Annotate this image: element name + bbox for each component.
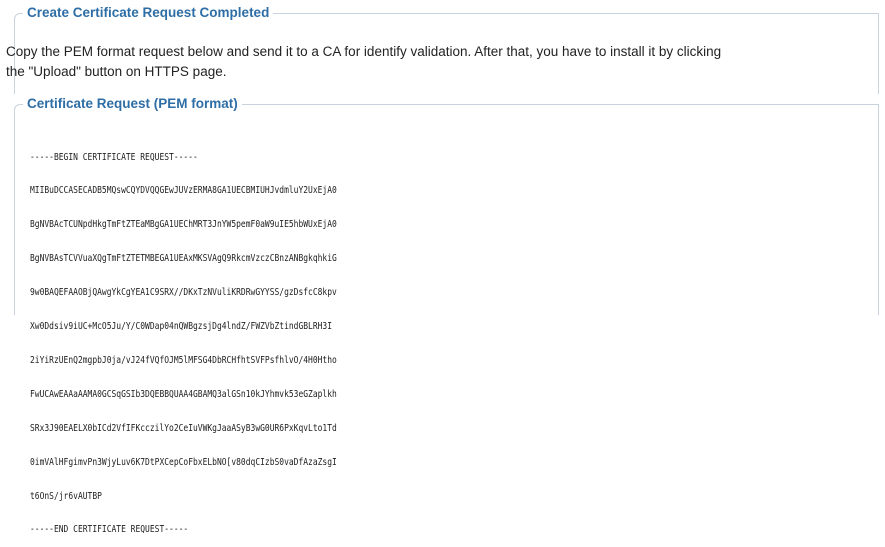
pem-line: Xw0Ddsiv9iUC+McO5Ju/Y/C0WDap04nQWBgzsjDg…	[30, 321, 333, 333]
pem-line: MIIBuDCCASECADB5MQswCQYDVQQGEwJUVzERMA8G…	[30, 185, 337, 197]
pem-request-text[interactable]: -----BEGIN CERTIFICATE REQUEST----- MIIB…	[30, 129, 337, 547]
description-line-1: Copy the PEM format request below and se…	[6, 44, 722, 59]
completed-section-title: Create Certificate Request Completed	[23, 5, 274, 21]
pem-line: 9w0BAQEFAAOBjQAwgYkCgYEA1C9SRX//DKxTzNVu…	[30, 287, 337, 299]
pem-line: FwUCAwEAAaAAMA0GCSqGSIb3DQEBBQUAA4GBAMQ3…	[30, 388, 337, 400]
completed-description: Copy the PEM format request below and se…	[6, 42, 866, 82]
pem-line: 0imVAlHFgimvPn3WjyLuv6K7DtPXCepCoFbxELbN…	[30, 456, 337, 468]
pem-line: -----BEGIN CERTIFICATE REQUEST-----	[30, 151, 198, 163]
pem-line: BgNVBAsTCVVuaXQgTmFtZTETMBEGA1UEAxMKSVAg…	[30, 253, 337, 265]
pem-line: SRx3J90EAELX0bICd2VfIFKcczilYo2CeIuVWKgJ…	[30, 422, 337, 434]
pem-line: -----END CERTIFICATE REQUEST-----	[30, 524, 189, 536]
pem-line: t6OnS/jr6vAUTBP	[30, 490, 102, 502]
pem-line: 2iYiRzUEnQ2mgpbJ0ja/vJ24fVQfOJM5lMFSG4Db…	[30, 354, 337, 366]
pem-section-title: Certificate Request (PEM format)	[23, 96, 242, 112]
pem-line: BgNVBAcTCUNpdHkgTmFtZTEaMBgGA1UEChMRT3Jn…	[30, 219, 337, 231]
description-line-2: the "Upload" button on HTTPS page.	[6, 64, 227, 79]
